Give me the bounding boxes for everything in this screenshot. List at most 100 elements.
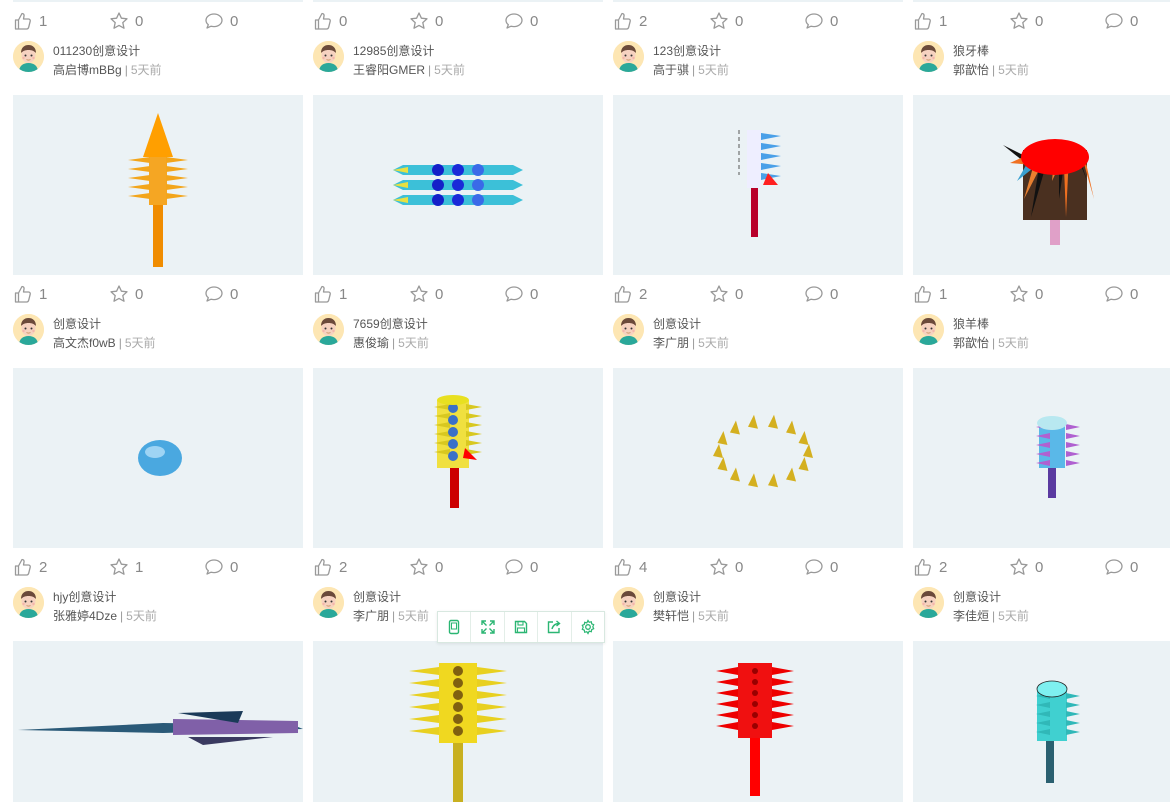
- work-thumbnail[interactable]: [313, 641, 603, 802]
- comment-button[interactable]: 0: [204, 557, 238, 577]
- work-title[interactable]: 创意设计: [353, 588, 401, 605]
- separator: |: [992, 336, 996, 350]
- author-line: 郭歆怡 | 5天前: [953, 334, 1029, 351]
- author-name[interactable]: 郭歆怡: [953, 336, 989, 350]
- avatar[interactable]: [913, 587, 944, 618]
- work-thumbnail[interactable]: [13, 368, 303, 548]
- avatar[interactable]: [613, 587, 644, 618]
- author-name[interactable]: 李广朋: [653, 336, 689, 350]
- like-button[interactable]: 2: [913, 557, 947, 577]
- phone-view-button[interactable]: [438, 612, 472, 642]
- work-title[interactable]: 狼牙棒: [953, 42, 989, 59]
- author-name[interactable]: 李佳烜: [953, 609, 989, 623]
- favorite-button[interactable]: 0: [1009, 557, 1043, 577]
- work-thumbnail[interactable]: [313, 95, 603, 275]
- like-button[interactable]: 1: [13, 11, 47, 31]
- work-thumbnail[interactable]: [613, 95, 903, 275]
- comment-button[interactable]: 0: [204, 284, 238, 304]
- author-name[interactable]: 高启博mBBg: [53, 63, 122, 77]
- comment-button[interactable]: 0: [504, 11, 538, 31]
- avatar[interactable]: [13, 314, 44, 345]
- comment-button[interactable]: 0: [804, 11, 838, 31]
- favorite-button[interactable]: 0: [109, 11, 143, 31]
- like-button[interactable]: 1: [913, 284, 947, 304]
- like-count: 1: [39, 285, 48, 303]
- work-title[interactable]: 123创意设计: [653, 42, 721, 59]
- save-button[interactable]: [505, 612, 539, 642]
- settings-button[interactable]: [572, 612, 604, 642]
- avatar[interactable]: [913, 314, 944, 345]
- favorite-button[interactable]: 1: [109, 557, 143, 577]
- star-icon: [1010, 285, 1028, 302]
- author-name[interactable]: 李广朋: [353, 609, 389, 623]
- work-title[interactable]: 011230创意设计: [53, 42, 140, 59]
- comment-button[interactable]: 0: [1104, 11, 1138, 31]
- work-title[interactable]: 创意设计: [53, 315, 101, 332]
- like-button[interactable]: 0: [313, 11, 347, 31]
- like-button[interactable]: 1: [13, 284, 47, 304]
- author-name[interactable]: 高于骐: [653, 63, 689, 77]
- model-preview: [713, 414, 813, 488]
- author-name[interactable]: 惠俊瑜: [353, 336, 389, 350]
- fullscreen-button[interactable]: [471, 612, 505, 642]
- avatar[interactable]: [313, 587, 344, 618]
- work-thumbnail[interactable]: [13, 95, 303, 275]
- avatar[interactable]: [613, 41, 644, 72]
- favorite-button[interactable]: 0: [109, 284, 143, 304]
- work-title[interactable]: hjy创意设计: [53, 588, 116, 605]
- work-title[interactable]: 创意设计: [653, 588, 701, 605]
- work-title[interactable]: 狼羊棒: [953, 315, 989, 332]
- favorite-button[interactable]: 0: [709, 284, 743, 304]
- work-thumbnail[interactable]: [13, 641, 303, 802]
- comment-button[interactable]: 0: [204, 11, 238, 31]
- avatar[interactable]: [13, 41, 44, 72]
- avatar[interactable]: [13, 587, 44, 618]
- model-preview: [738, 130, 781, 237]
- like-button[interactable]: 2: [313, 557, 347, 577]
- author-name[interactable]: 郭歆怡: [953, 63, 989, 77]
- like-button[interactable]: 4: [613, 557, 647, 577]
- share-button[interactable]: [538, 612, 572, 642]
- work-thumbnail[interactable]: [313, 368, 603, 548]
- favorite-button[interactable]: 0: [709, 11, 743, 31]
- comment-button[interactable]: 0: [1104, 284, 1138, 304]
- favorite-button[interactable]: 0: [1009, 11, 1043, 31]
- work-thumbnail[interactable]: [613, 641, 903, 802]
- avatar[interactable]: [613, 314, 644, 345]
- work-thumbnail[interactable]: [613, 368, 903, 548]
- author-name[interactable]: 张雅婷4Dze: [53, 609, 117, 623]
- author-name[interactable]: 樊轩恺: [653, 609, 689, 623]
- work-thumbnail[interactable]: [913, 368, 1170, 548]
- comment-button[interactable]: 0: [804, 557, 838, 577]
- like-button[interactable]: 1: [313, 284, 347, 304]
- work-title[interactable]: 12985创意设计: [353, 42, 434, 59]
- avatar[interactable]: [313, 314, 344, 345]
- comment-button[interactable]: 0: [504, 284, 538, 304]
- thumbs-up-icon: [314, 285, 331, 303]
- like-button[interactable]: 2: [13, 557, 47, 577]
- card-stats: 4 0 0: [613, 555, 903, 579]
- author-name[interactable]: 王睿阳GMER: [353, 63, 425, 77]
- work-title[interactable]: 创意设计: [953, 588, 1001, 605]
- author-name[interactable]: 高文杰f0wB: [53, 336, 116, 350]
- like-button[interactable]: 1: [913, 11, 947, 31]
- work-title[interactable]: 创意设计: [653, 315, 701, 332]
- like-button[interactable]: 2: [613, 11, 647, 31]
- favorite-button[interactable]: 0: [1009, 284, 1043, 304]
- favorite-button[interactable]: 0: [409, 557, 443, 577]
- work-thumbnail[interactable]: [913, 95, 1170, 275]
- work-title[interactable]: 7659创意设计: [353, 315, 428, 332]
- comment-icon: [805, 13, 823, 29]
- avatar[interactable]: [913, 41, 944, 72]
- work-thumbnail[interactable]: [913, 641, 1170, 802]
- favorite-button[interactable]: 0: [709, 557, 743, 577]
- favorite-button[interactable]: 0: [409, 11, 443, 31]
- thumbs-up-icon: [314, 558, 331, 576]
- comment-button[interactable]: 0: [504, 557, 538, 577]
- comment-button[interactable]: 0: [1104, 557, 1138, 577]
- like-button[interactable]: 2: [613, 284, 647, 304]
- post-time: 5天前: [398, 336, 429, 350]
- comment-button[interactable]: 0: [804, 284, 838, 304]
- avatar[interactable]: [313, 41, 344, 72]
- favorite-button[interactable]: 0: [409, 284, 443, 304]
